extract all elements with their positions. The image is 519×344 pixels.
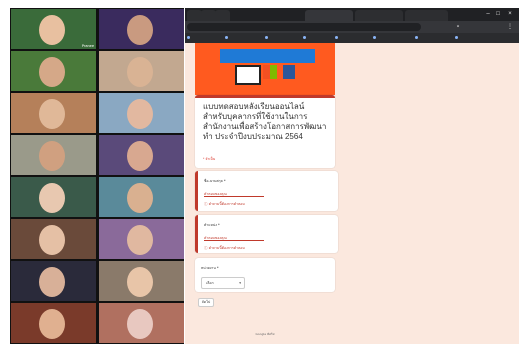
maximize-icon[interactable]: □: [495, 11, 501, 17]
bookmark-item[interactable]: [225, 35, 230, 39]
video-grid: Pranee: [10, 8, 184, 344]
video-tile[interactable]: [11, 93, 96, 133]
select-value: เลือก: [206, 281, 214, 285]
video-tile[interactable]: [99, 93, 184, 133]
error-text: คำถามนี้ต้องการคำตอบ: [208, 246, 245, 250]
tab[interactable]: [215, 10, 230, 21]
video-tile[interactable]: [11, 261, 96, 301]
participant-face: [39, 267, 65, 297]
bookmark-item[interactable]: [415, 35, 420, 39]
close-icon[interactable]: ×: [507, 11, 513, 17]
question-label: หน่วยงาน *: [201, 266, 219, 270]
participant-face: [39, 99, 65, 129]
video-tile[interactable]: [11, 177, 96, 217]
video-tile[interactable]: [99, 219, 184, 259]
participant-face: [39, 57, 65, 87]
video-tile[interactable]: [99, 177, 184, 217]
bookmark-item[interactable]: [187, 35, 192, 39]
tab-active[interactable]: [305, 10, 353, 21]
video-tile[interactable]: [99, 51, 184, 91]
participant-face: [127, 99, 153, 129]
participant-face: [39, 141, 65, 171]
participant-face: [39, 183, 65, 213]
tab[interactable]: [355, 10, 403, 21]
participant-face: [127, 183, 153, 213]
participant-face: [127, 57, 153, 87]
participant-face: [127, 225, 153, 255]
participant-face: [39, 225, 65, 255]
address-bar: ⋆ ⋮: [185, 21, 519, 33]
video-tile[interactable]: [99, 261, 184, 301]
question-card: หน่วยงาน * เลือก ▾: [195, 258, 335, 292]
error-message: ⓘ คำถามนี้ต้องการคำตอบ: [204, 245, 245, 251]
bookmark-item[interactable]: [335, 35, 340, 39]
answer-input[interactable]: คำตอบของคุณ: [204, 191, 264, 197]
error-message: ⓘ คำถามนี้ต้องการคำตอบ: [204, 201, 245, 207]
participant-name: Pranee: [81, 44, 94, 48]
bookmarks-bar: [185, 33, 519, 43]
video-tile[interactable]: Pranee: [11, 9, 96, 49]
video-tile[interactable]: [11, 219, 96, 259]
video-tile[interactable]: [99, 303, 184, 343]
video-tile[interactable]: [11, 51, 96, 91]
video-tile[interactable]: [99, 9, 184, 49]
video-tile[interactable]: [11, 135, 96, 175]
minimize-icon[interactable]: –: [485, 11, 491, 17]
tab[interactable]: [405, 10, 448, 21]
participant-face: [127, 141, 153, 171]
error-text: คำถามนี้ต้องการคำตอบ: [208, 202, 245, 206]
required-note: * จำเป็น: [203, 157, 216, 161]
form-title-card: แบบทดสอบหลังเรียนออนไลน์สำหรับบุคลากรที่…: [195, 95, 335, 168]
url-field[interactable]: [187, 23, 421, 31]
screen: Pranee – □ × ⋆ ⋮ แบบทดสอบหลังเรียนออนไลน…: [0, 0, 519, 344]
form-header-image: [195, 43, 335, 95]
bookmark-item[interactable]: [265, 35, 270, 39]
document-icon: [283, 65, 295, 79]
bookmark-item[interactable]: [303, 35, 308, 39]
microsoft-icon: [263, 65, 277, 79]
next-button[interactable]: ถัดไป: [198, 298, 214, 307]
form-title: แบบทดสอบหลังเรียนออนไลน์สำหรับบุคลากรที่…: [203, 102, 327, 141]
tab[interactable]: [201, 10, 216, 21]
video-tile[interactable]: [11, 303, 96, 343]
extension-icon[interactable]: ⋆: [455, 24, 461, 30]
bookmark-item[interactable]: [373, 35, 378, 39]
menu-icon[interactable]: ⋮: [507, 24, 513, 30]
question-card: ตำแหน่ง * คำตอบของคุณ ⓘ คำถามนี้ต้องการค…: [195, 215, 338, 253]
answer-input[interactable]: คำตอบของคุณ: [204, 235, 264, 241]
bookmark-item[interactable]: [455, 35, 460, 39]
participant-face: [127, 15, 153, 45]
google-forms-footer: Google ฟอร์ม: [255, 332, 275, 336]
chevron-down-icon: ▾: [239, 281, 241, 285]
banner-graphic: [220, 49, 315, 63]
question-label: ชื่อ-นามสกุล *: [204, 179, 226, 183]
laptop-graphic: [235, 65, 261, 85]
participant-face: [127, 309, 153, 339]
question-label: ตำแหน่ง *: [204, 223, 220, 227]
video-tile[interactable]: [99, 135, 184, 175]
tab-strip: – □ ×: [185, 8, 519, 21]
tab[interactable]: [187, 10, 202, 21]
participant-face: [39, 309, 65, 339]
participant-face: [127, 267, 153, 297]
question-card: ชื่อ-นามสกุล * คำตอบของคุณ ⓘ คำถามนี้ต้อ…: [195, 171, 338, 211]
select-dropdown[interactable]: เลือก ▾: [201, 277, 245, 289]
participant-face: [39, 15, 65, 45]
